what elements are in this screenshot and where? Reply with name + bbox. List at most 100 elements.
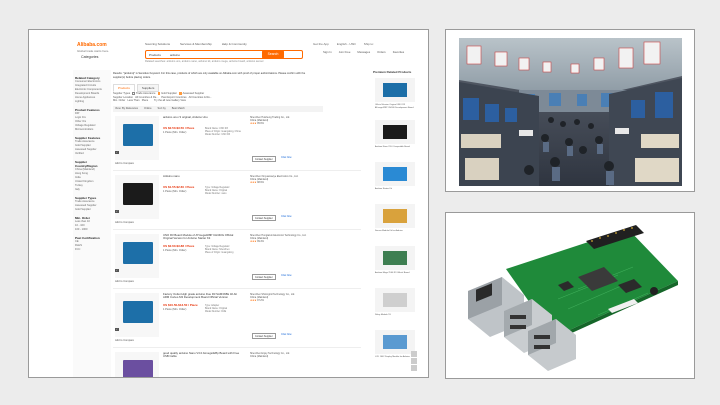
sidebar-filter-item[interactable]: Microcontrollers [75,128,109,132]
sidebar-filter-item[interactable]: Gold Supplier [75,208,109,212]
tab-products[interactable]: Products [113,84,135,92]
add-to-compare[interactable]: Add to Compare [115,162,134,165]
chat-now-button[interactable]: Chat Now [281,156,292,159]
add-to-compare[interactable]: Add to Compare [115,221,134,224]
product-price: US $1.55-$2.60 / Piece [163,185,195,189]
nav-sourcing[interactable]: Sourcing Solutions [145,42,170,46]
product-image[interactable] [115,116,159,160]
orders-link[interactable]: Orders [377,50,386,54]
sidebar-filter-item[interactable]: Italy [75,188,109,192]
ship-to-select[interactable]: Ship to: [364,42,374,46]
contact-supplier-button[interactable]: Contact Supplier [252,156,276,162]
view-toggle[interactable]: View: By Relevance [115,107,138,111]
rail-product-image[interactable] [375,288,415,312]
product-listing[interactable]: ✓ Add to Compare UNO R3 Board Module of AT… [113,232,361,289]
sidebar-filter-item[interactable]: FCC [75,248,109,252]
filter-option[interactable]: Trade Assurance [136,92,156,95]
response-rate: 98.9% [257,181,264,185]
product-title[interactable]: arduino uno r3 original, Arduino Uno [163,115,243,119]
rail-product-image[interactable] [375,246,415,270]
checkbox[interactable] [132,92,135,95]
search-type-select[interactable]: Products [149,53,161,57]
add-to-compare[interactable]: Add to Compare [115,339,134,342]
filter-option[interactable]: Gold Supplier [161,92,177,95]
feedback-button[interactable] [411,351,417,357]
rail-product-title[interactable]: Official Version Original UNO R3 ATmega3… [375,104,415,110]
product-title[interactable]: good quality arduino Nano V3.0 Atmega328… [163,351,243,359]
floating-actions [411,351,417,371]
nav-services[interactable]: Services & Membership [180,42,212,46]
rail-product-title[interactable]: Arduino Starter Kit [375,188,415,191]
rail-heading: Premium Related Products [373,70,412,74]
rail-product-image[interactable] [375,78,415,102]
search-button[interactable]: Search [262,50,284,59]
chat-now-button[interactable]: Chat Now [281,333,292,336]
rating-stars: ★★★ [250,299,257,303]
checkbox[interactable] [157,92,161,95]
product-listing[interactable]: ✓ Add to Compare arduino uno r3 original, … [113,114,361,171]
export-select[interactable]: All Countries & Re... [189,96,212,99]
sidebar-filter-item[interactable]: 100 - 1000 [75,228,109,232]
top-bar: Alibaba.com Global trade starts here. Ca… [73,38,418,66]
related-searches[interactable]: Related searches: arduino uno, arduino n… [145,60,264,63]
sign-in-link[interactable]: Sign In [323,50,332,54]
contact-supplier-button[interactable]: Contact Supplier [252,274,276,280]
contact-supplier-button[interactable]: Contact Supplier [252,333,276,339]
tab-suppliers[interactable]: Suppliers [136,84,160,92]
messenger-button[interactable] [411,358,417,364]
single-board-computer-photo [458,219,684,374]
rating-stars: ★★★ [250,181,257,185]
contact-supplier-button[interactable]: Contact Supplier [252,215,276,221]
categories-menu[interactable]: Categories [81,55,98,59]
sort-select[interactable]: Best Match [172,107,185,111]
rail-board-thumbnail [383,209,407,223]
unit-select[interactable]: Piece [142,99,149,102]
rail-product-title[interactable]: Sensor Module Kit for Arduino [375,230,415,233]
rail-product-title[interactable]: LCD 1602 Display Module for Arduino [375,356,415,359]
product-title[interactable]: Arduino nano [163,174,243,178]
filter-option[interactable]: Assessed Supplier [183,92,204,95]
checkbox[interactable] [179,92,182,95]
add-to-compare[interactable]: Add to Compare [115,280,134,283]
online-filter[interactable]: Online [144,107,152,111]
messages-link[interactable]: Messages [357,50,370,54]
join-free-link[interactable]: Join Free [339,50,351,54]
min-order-input[interactable]: Less Than [127,99,139,102]
product-title[interactable]: UNO R3 Board Module of ATmega328P CH340G… [163,233,243,241]
nav-help[interactable]: Help & Community [222,42,247,46]
rail-product-image[interactable] [375,120,415,144]
rail-product-image[interactable] [375,330,415,354]
product-attributes: Brand Name: UNO R3 Place of Origin: Guan… [205,128,241,136]
product-listing[interactable]: good quality arduino Nano V3.0 Atmega328… [113,350,361,377]
product-image[interactable] [115,293,159,337]
site-logo[interactable]: Alibaba.com [77,42,107,48]
product-image[interactable] [115,234,159,278]
rail-product-title[interactable]: Arduino Nano V3.0 Compatible Board [375,146,415,149]
sidebar-filter-item[interactable]: Lighting [75,100,109,104]
product-image[interactable] [115,352,159,377]
min-order: 1 Piece (Min. Order) [163,131,187,134]
product-image[interactable] [115,175,159,219]
sidebar-filter-item[interactable]: Verified [75,152,109,156]
search-value[interactable]: arduino [170,53,180,57]
product-title[interactable]: Factory Outlet High grade arduino Due R3… [163,292,243,300]
rail-product-image[interactable] [375,162,415,186]
product-listing[interactable]: ✓ Add to Compare Arduino nano US $1.55-$2.6… [113,173,361,230]
chat-now-button[interactable]: Chat Now [281,274,292,277]
rail-product-title[interactable]: Relay Module 5V [375,314,415,317]
gallery-view-link[interactable]: Try the all new Gallery View [154,99,186,102]
get-app-link[interactable]: Get the App [313,42,329,46]
language-select[interactable]: English - USD [337,42,356,46]
product-listing[interactable]: ✓ Add to Compare Factory Outlet High grade… [113,291,361,348]
verified-badge: ✓ [115,210,119,213]
verified-badge: ✓ [115,151,119,154]
chat-now-button[interactable]: Chat Now [281,215,292,218]
rail-product-image[interactable] [375,204,415,228]
top-links: Get the App English - USD Ship to: [313,42,374,46]
supplier-info: Shenzhen Xinyuanweiye Electronics Co., L… [250,175,310,185]
back-to-top-button[interactable] [411,365,417,371]
verified-badge: ✓ [115,269,119,272]
favorites-link[interactable]: Favorites [393,50,405,54]
supplier-rating: ★★★ 95.6% [250,122,310,125]
rail-product-title[interactable]: Arduino Mega 2560 R3 Official Board [375,272,415,275]
